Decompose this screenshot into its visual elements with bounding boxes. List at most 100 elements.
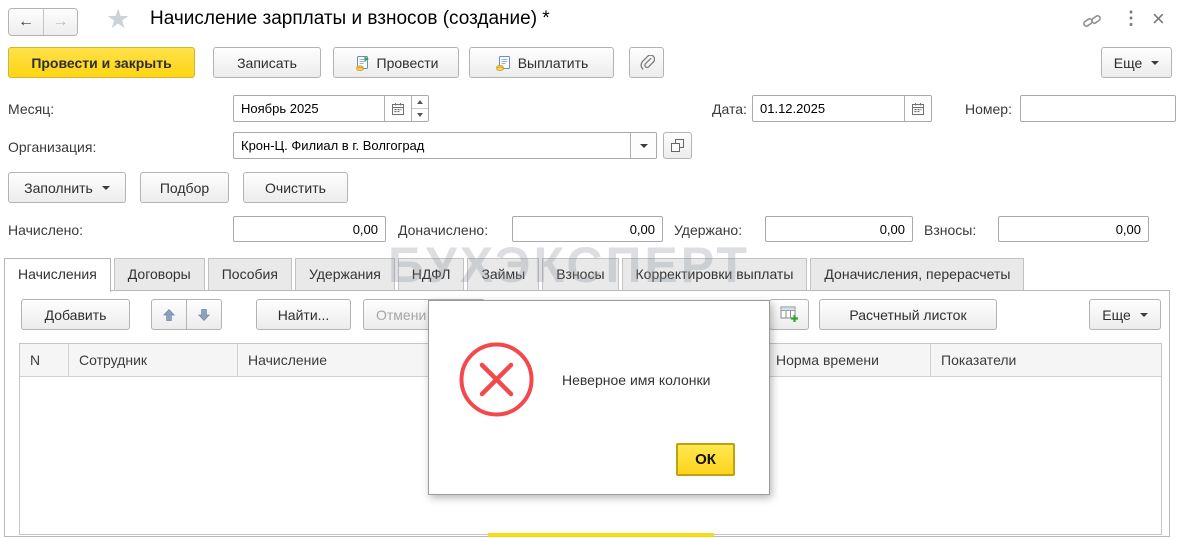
table-add-icon bbox=[780, 306, 799, 323]
post-and-close-button[interactable]: Провести и закрыть bbox=[8, 47, 195, 78]
close-icon[interactable]: × bbox=[1152, 6, 1165, 32]
pay-doc-coins-icon bbox=[495, 55, 511, 71]
column-label: Сотрудник bbox=[79, 352, 148, 368]
link-icon[interactable] bbox=[1082, 12, 1102, 30]
month-input[interactable] bbox=[234, 96, 384, 121]
add-row-button[interactable]: Добавить bbox=[21, 299, 130, 330]
spinner-down-button[interactable] bbox=[412, 109, 428, 121]
arrow-down-icon bbox=[197, 308, 211, 322]
organization-field bbox=[233, 132, 657, 159]
post-label: Провести bbox=[376, 54, 439, 71]
forward-arrow-icon: → bbox=[52, 13, 69, 30]
number-label: Номер: bbox=[965, 101, 1012, 117]
cancel-search-label: Отмени bbox=[376, 306, 427, 323]
withheld-label: Удержано: bbox=[674, 222, 743, 238]
tab-label: Пособия bbox=[221, 266, 278, 282]
move-down-button[interactable] bbox=[186, 299, 222, 330]
move-up-button[interactable] bbox=[151, 299, 187, 330]
tab-ndfl[interactable]: НДФЛ bbox=[397, 258, 465, 290]
fill-button[interactable]: Заполнить bbox=[8, 172, 126, 203]
spinner-down-icon bbox=[417, 113, 423, 117]
tab-accruals[interactable]: Начисления bbox=[4, 258, 111, 292]
favorite-star-icon[interactable]: ★ bbox=[106, 4, 130, 35]
chevron-down-icon bbox=[1151, 60, 1160, 65]
calendar-icon bbox=[911, 102, 925, 116]
tab-contracts[interactable]: Договоры bbox=[113, 258, 205, 290]
accrued-field bbox=[233, 216, 386, 242]
column-header-time-norm[interactable]: Норма времени bbox=[766, 344, 931, 376]
menu-dots-icon[interactable]: ⋮ bbox=[1122, 8, 1140, 29]
payslip-label: Расчетный листок bbox=[849, 306, 967, 323]
date-input[interactable] bbox=[753, 96, 904, 121]
additional-accrued-input[interactable] bbox=[513, 217, 662, 241]
add-column-button[interactable] bbox=[769, 299, 809, 330]
organization-open-button[interactable] bbox=[663, 132, 692, 159]
tab-deductions[interactable]: Удержания bbox=[294, 258, 395, 290]
column-label: N bbox=[30, 352, 41, 368]
tab-label: Доначисления, перерасчеты bbox=[824, 266, 1011, 282]
clear-button[interactable]: Очистить bbox=[243, 172, 348, 203]
calendar-icon bbox=[391, 102, 405, 116]
tab-loans[interactable]: Займы bbox=[467, 258, 540, 290]
ok-button[interactable]: ОК bbox=[676, 443, 735, 476]
additional-accrued-field bbox=[512, 216, 663, 242]
withheld-input[interactable] bbox=[766, 217, 912, 241]
column-header-indicators[interactable]: Показатели bbox=[931, 344, 1161, 376]
form-more-button[interactable]: Еще bbox=[1101, 47, 1172, 78]
month-calendar-button[interactable] bbox=[384, 96, 411, 121]
month-field bbox=[233, 95, 429, 122]
column-header-employee[interactable]: Сотрудник bbox=[69, 344, 238, 376]
save-label: Записать bbox=[237, 54, 297, 71]
forward-button[interactable]: → bbox=[43, 9, 77, 35]
organization-label: Организация: bbox=[8, 139, 97, 155]
tab-benefits[interactable]: Пособия bbox=[207, 258, 292, 290]
grid-more-button[interactable]: Еще bbox=[1089, 299, 1161, 330]
post-doc-icon bbox=[354, 55, 370, 71]
open-form-icon bbox=[671, 139, 684, 152]
post-button[interactable]: Провести bbox=[333, 47, 459, 78]
tab-label: Займы bbox=[481, 266, 526, 282]
ok-label: ОК bbox=[695, 451, 716, 468]
fill-label: Заполнить bbox=[24, 179, 93, 196]
error-dialog: Неверное имя колонки ОК bbox=[428, 300, 770, 495]
spinner-up-button[interactable] bbox=[412, 96, 428, 109]
back-button[interactable]: ← bbox=[9, 9, 43, 35]
number-field bbox=[1020, 95, 1176, 122]
tab-payment-adjustments[interactable]: Корректировки выплаты bbox=[621, 258, 808, 290]
accrued-input[interactable] bbox=[234, 217, 385, 241]
column-label: Показатели bbox=[941, 352, 1017, 368]
tab-recalculations[interactable]: Доначисления, перерасчеты bbox=[810, 258, 1025, 290]
chevron-down-icon bbox=[639, 143, 648, 148]
contributions-label: Взносы: bbox=[924, 222, 977, 238]
attachment-button[interactable] bbox=[629, 47, 664, 78]
tab-label: Договоры bbox=[127, 266, 191, 282]
date-label: Дата: bbox=[712, 101, 747, 117]
clear-label: Очистить bbox=[265, 179, 326, 196]
error-icon bbox=[458, 341, 535, 418]
additional-accrued-label: Доначислено: bbox=[398, 222, 489, 238]
page-title: Начисление зарплаты и взносов (создание)… bbox=[150, 8, 550, 29]
pay-button[interactable]: Выплатить bbox=[469, 47, 614, 78]
chevron-down-icon bbox=[1139, 312, 1148, 317]
save-button[interactable]: Записать bbox=[213, 47, 321, 78]
month-label: Месяц: bbox=[8, 101, 55, 117]
contributions-field bbox=[998, 216, 1149, 242]
number-input[interactable] bbox=[1021, 96, 1175, 121]
date-calendar-button[interactable] bbox=[904, 96, 931, 121]
find-button[interactable]: Найти... bbox=[256, 299, 351, 330]
contributions-input[interactable] bbox=[999, 217, 1148, 241]
tab-label: Взносы bbox=[556, 266, 605, 282]
pick-label: Подбор bbox=[159, 179, 210, 196]
pick-button[interactable]: Подбор bbox=[140, 172, 229, 203]
chevron-down-icon bbox=[101, 185, 110, 190]
column-header-n[interactable]: N bbox=[20, 344, 69, 376]
date-field bbox=[752, 95, 932, 122]
organization-dropdown-button[interactable] bbox=[630, 133, 656, 158]
payslip-button[interactable]: Расчетный листок bbox=[819, 299, 997, 330]
organization-input[interactable] bbox=[234, 133, 630, 158]
add-row-label: Добавить bbox=[44, 306, 107, 323]
history-nav: ← → bbox=[8, 8, 78, 36]
spinner-up-icon bbox=[417, 100, 423, 104]
tab-contributions[interactable]: Взносы bbox=[542, 258, 619, 290]
arrow-up-icon bbox=[162, 308, 176, 322]
